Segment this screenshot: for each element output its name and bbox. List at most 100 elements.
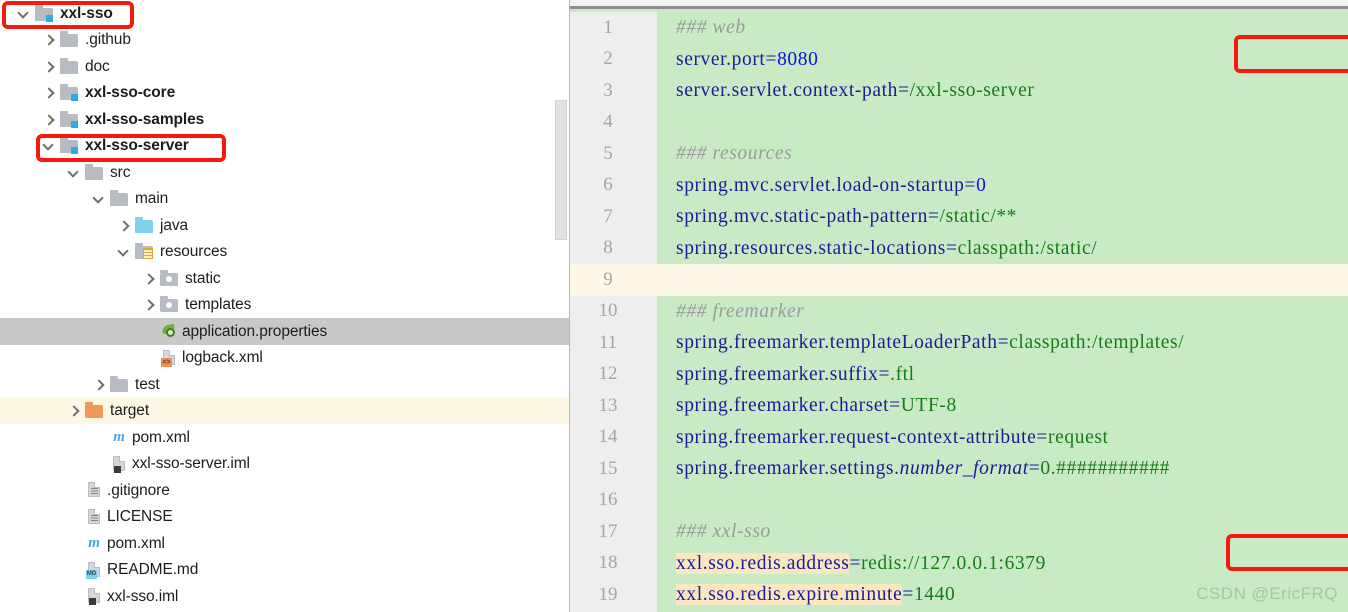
no-chevron-spacer [68, 537, 81, 550]
folder-icon [110, 190, 130, 207]
code-line[interactable]: 18 xxl.sso.redis.address=redis://127.0.0.… [570, 548, 1348, 580]
code-line[interactable]: 4 [570, 107, 1348, 139]
chevron-down-icon[interactable] [93, 192, 106, 205]
tree-item-label: test [135, 375, 160, 393]
tree-row[interactable]: test [0, 371, 569, 398]
tree-row[interactable]: xxl-sso.iml [0, 583, 569, 610]
tree-row[interactable]: target [0, 397, 569, 424]
tree-row[interactable]: .gitignore [0, 477, 569, 504]
folder-package-icon [160, 296, 180, 313]
code-token: spring.resources.static-locations [676, 237, 946, 259]
code-line[interactable]: 3 server.servlet.context-path=/xxl-sso-se… [570, 75, 1348, 107]
chevron-right-icon[interactable] [143, 298, 156, 311]
code-token: ### freemarker [676, 300, 805, 322]
tree-item-label: xxl-sso-server [85, 137, 189, 154]
chevron-right-icon[interactable] [68, 404, 81, 417]
code-token: /xxl-sso-server [909, 80, 1035, 101]
tree-item-label: templates [185, 296, 252, 313]
code-line[interactable]: 11 spring.freemarker.templateLoaderPath=c… [570, 327, 1348, 359]
tree-row[interactable]: static [0, 265, 569, 292]
chevron-right-icon[interactable] [43, 33, 56, 46]
tree-row[interactable]: templates [0, 292, 569, 319]
chevron-right-icon[interactable] [143, 272, 156, 285]
no-chevron-spacer [143, 325, 156, 338]
line-number: 7 [603, 205, 613, 227]
tree-row[interactable]: xxl-sso-server.iml [0, 451, 569, 478]
tree-row[interactable]: xxl-sso-samples [0, 106, 569, 133]
code-line-text: spring.freemarker.settings.number_format… [658, 459, 1348, 479]
tree-row[interactable]: .github [0, 27, 569, 54]
chevron-right-icon[interactable] [43, 113, 56, 126]
code-line[interactable]: 16 [570, 485, 1348, 517]
tree-row[interactable]: main [0, 186, 569, 213]
markdown-file-icon: MD [85, 561, 103, 579]
tree-row[interactable]: m pom.xml [0, 530, 569, 557]
code-line[interactable]: 10 ### freemarker [570, 296, 1348, 328]
code-line[interactable]: 1 ### web [570, 12, 1348, 44]
code-line[interactable]: 13 spring.freemarker.charset=UTF-8 [570, 390, 1348, 422]
code-line[interactable]: 8 spring.resources.static-locations=class… [570, 233, 1348, 265]
code-line[interactable]: 9 [570, 264, 1348, 296]
tree-row[interactable]: MD README.md [0, 557, 569, 584]
code-line-text: server.servlet.context-path=/xxl-sso-ser… [658, 81, 1348, 101]
tree-row[interactable]: xxl-sso-core [0, 80, 569, 107]
tree-row[interactable]: LICENSE [0, 504, 569, 531]
code-token: /static/** [939, 206, 1018, 227]
project-tree-panel: xxl-sso .github doc xxl-sso-core xxl-sso-sam… [0, 0, 570, 612]
iml-file-icon [110, 455, 128, 473]
code-token: server.servlet.context-path [676, 80, 898, 101]
code-line[interactable]: 2 server.port=8080 [570, 44, 1348, 76]
code-line-text: ### freemarker [658, 300, 1348, 322]
tree-item-label: LICENSE [107, 508, 173, 525]
chevron-down-icon[interactable] [18, 7, 31, 20]
code-line[interactable]: 5 ### resources [570, 138, 1348, 170]
code-token: spring.mvc.servlet.load-on-startup [676, 174, 965, 196]
editor-code-area[interactable]: 1 ### web 2 server.port=8080 3 server.servlet… [570, 12, 1348, 612]
chevron-down-icon[interactable] [43, 139, 56, 152]
code-token: = [849, 552, 862, 574]
tree-row[interactable]: resources [0, 239, 569, 266]
chevron-down-icon[interactable] [118, 245, 131, 258]
code-token: xxl.sso.redis.address [676, 552, 850, 574]
code-token: = [889, 395, 901, 416]
tree-row[interactable]: xxl-sso-server [0, 133, 569, 160]
code-line[interactable]: 17 ### xxl-sso [570, 516, 1348, 548]
tree-row[interactable]: java [0, 212, 569, 239]
code-token: = [964, 174, 977, 196]
tree-row[interactable]: xxl-sso [0, 0, 569, 27]
code-line[interactable]: 6 spring.mvc.servlet.load-on-startup=0 [570, 170, 1348, 202]
xml-file-icon: <> [160, 349, 178, 367]
tree-row[interactable]: doc [0, 53, 569, 80]
tree-item-label: xxl-sso-core [85, 84, 176, 101]
iml-file-icon [85, 587, 103, 606]
tree-row[interactable]: application.properties [0, 318, 569, 345]
chevron-right-icon[interactable] [43, 60, 56, 73]
code-line[interactable]: 14 spring.freemarker.request-context-attr… [570, 422, 1348, 454]
code-line-text: spring.freemarker.suffix=.ftl [658, 363, 1348, 385]
tree-row[interactable]: src [0, 159, 569, 186]
folder-excluded-icon [85, 402, 105, 419]
chevron-down-icon[interactable] [68, 166, 81, 179]
code-line[interactable]: 7 spring.mvc.static-path-pattern=/static/… [570, 201, 1348, 233]
no-chevron-spacer [68, 510, 81, 523]
code-token: = [945, 237, 958, 259]
text-file-icon [85, 481, 103, 499]
tree-item-label: pom.xml [132, 428, 190, 446]
code-line[interactable]: 12 spring.freemarker.suffix=.ftl [570, 359, 1348, 391]
code-token: server.port [676, 48, 766, 70]
code-token: = [927, 206, 940, 227]
chevron-right-icon[interactable] [118, 219, 131, 232]
tree-vertical-scrollbar[interactable] [555, 100, 567, 240]
project-tree-list[interactable]: xxl-sso .github doc xxl-sso-core xxl-sso-sam… [0, 0, 569, 610]
no-chevron-spacer [143, 351, 156, 364]
chevron-right-icon[interactable] [43, 86, 56, 99]
code-line-text: spring.mvc.static-path-pattern=/static/*… [658, 207, 1348, 227]
code-line[interactable]: 15 spring.freemarker.settings.number_form… [570, 453, 1348, 485]
tree-item-label: pom.xml [107, 534, 165, 552]
line-number: 8 [603, 237, 613, 259]
tree-row[interactable]: <> logback.xml [0, 345, 569, 372]
chevron-right-icon[interactable] [93, 378, 106, 391]
tree-row[interactable]: m pom.xml [0, 424, 569, 451]
code-token: .ftl [890, 363, 915, 385]
tree-item-label: xxl-sso [60, 4, 113, 22]
